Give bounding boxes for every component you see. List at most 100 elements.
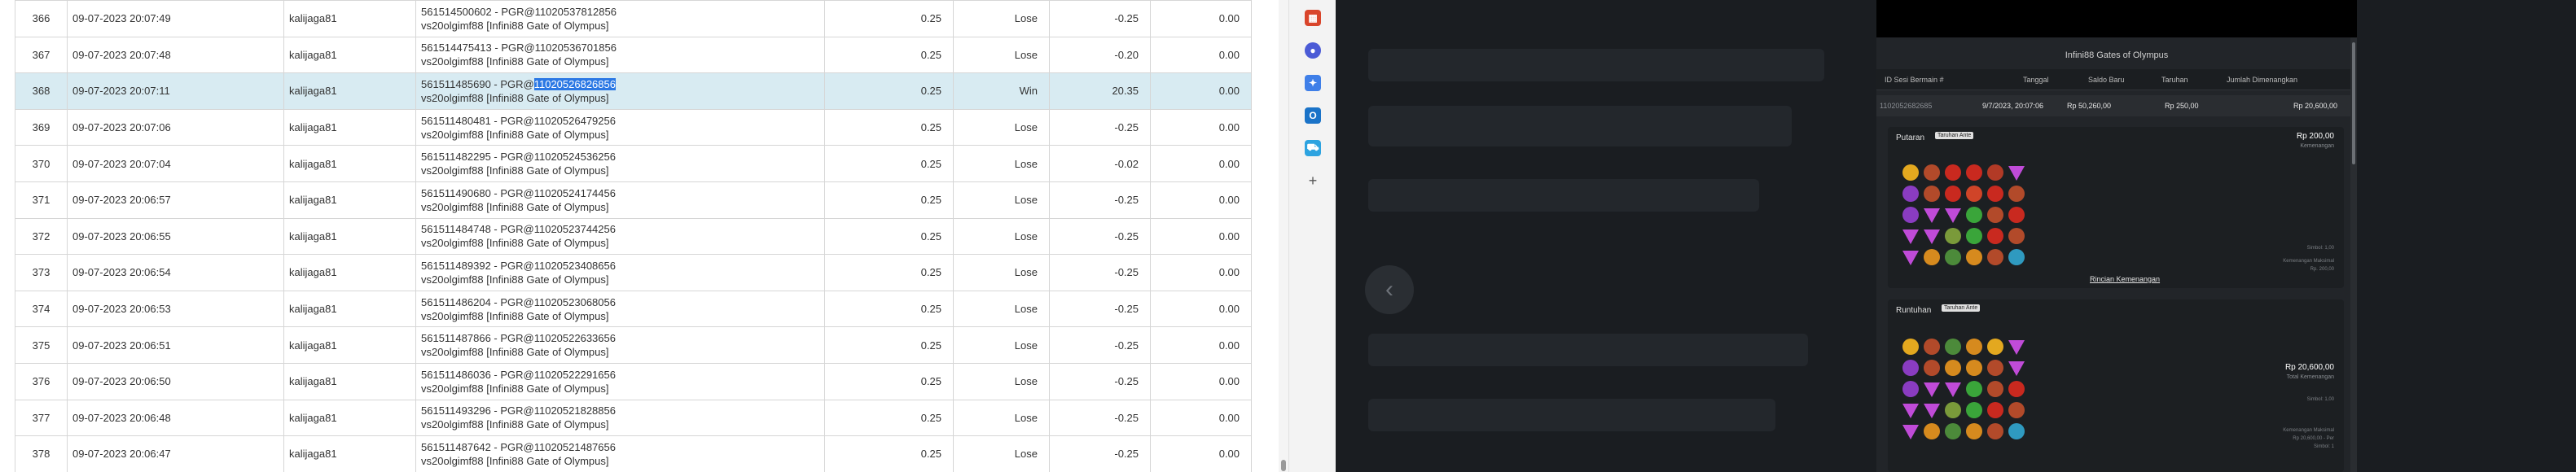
transaction-table: 366 09-07-2023 20:07:49 kalijaga81 56151… bbox=[15, 0, 1252, 472]
chevron-left-icon: ‹ bbox=[1385, 276, 1393, 303]
panel-top-bar bbox=[1876, 0, 2357, 37]
green-gem-icon bbox=[1966, 402, 1982, 418]
row-result: Lose bbox=[953, 399, 1050, 437]
ruby-icon bbox=[1945, 186, 1961, 202]
head-start-balance: Saldo Baru bbox=[2088, 76, 2125, 84]
hourglass-icon bbox=[2008, 228, 2025, 244]
row-time: 09-07-2023 20:07:04 bbox=[67, 145, 284, 182]
table-row[interactable]: 372 09-07-2023 20:06:55 kalijaga81 56151… bbox=[15, 217, 1252, 256]
table-row[interactable]: 373 09-07-2023 20:06:54 kalijaga81 56151… bbox=[15, 254, 1252, 291]
row-result: Lose bbox=[953, 435, 1050, 472]
ring-icon bbox=[1945, 423, 1961, 439]
cart-icon[interactable]: ⛟ bbox=[1305, 140, 1321, 156]
row-winloss: -0.25 bbox=[1049, 108, 1151, 146]
row-winloss: -0.20 bbox=[1049, 36, 1151, 74]
desc-line-2: vs20olgimf88 [Infini88 Gate of Olympus] bbox=[421, 309, 609, 322]
row-description: 561511486036 - PGR@11020522291656 vs20olg… bbox=[415, 362, 825, 400]
panel-scrollbar[interactable] bbox=[2350, 37, 2357, 472]
triangle-gem-icon bbox=[1924, 208, 1940, 223]
ruby-icon bbox=[2008, 207, 2025, 223]
triangle-gem-icon bbox=[1902, 404, 1919, 418]
desc-line-1: 561511482295 - PGR@11020524536256 bbox=[421, 151, 616, 164]
desc-prefix: 561511485690 - PGR@ bbox=[421, 77, 534, 90]
desc-line-2: vs20olgimf88 [Infini88 Gate of Olympus] bbox=[421, 19, 609, 32]
row-time: 09-07-2023 20:06:51 bbox=[67, 326, 284, 364]
table-scrollbar[interactable] bbox=[1279, 0, 1288, 472]
desc-line-1: 561511487866 - PGR@11020522633656 bbox=[421, 332, 616, 345]
spin-section: Putaran Taruhan Ante Rp 200,00 Kemenanga… bbox=[1888, 127, 2344, 288]
spin-note-max-value: Rp. 200,00 bbox=[2310, 267, 2334, 272]
row-user: kalijaga81 bbox=[283, 145, 416, 182]
row-result: Lose bbox=[953, 362, 1050, 400]
desc-line-2: vs20olgimf88 [Infini88 Gate of Olympus] bbox=[421, 454, 609, 467]
spin-amount: Rp 200,00 bbox=[2296, 132, 2334, 141]
table-row[interactable]: 369 09-07-2023 20:07:06 kalijaga81 56151… bbox=[15, 108, 1252, 146]
table-row[interactable]: 377 09-07-2023 20:06:48 kalijaga81 56151… bbox=[15, 399, 1252, 437]
plus-icon[interactable]: + bbox=[1305, 173, 1321, 189]
desc-line-1: 561514475413 - PGR@11020536701856 bbox=[421, 42, 617, 55]
row-user: kalijaga81 bbox=[283, 72, 416, 110]
crown-icon bbox=[1966, 249, 1982, 265]
table-row[interactable]: 367 09-07-2023 20:07:48 kalijaga81 56151… bbox=[15, 36, 1252, 74]
row-time: 09-07-2023 20:06:53 bbox=[67, 290, 284, 328]
row-description: 561514500602 - PGR@11020537812856 vs20olg… bbox=[415, 0, 825, 37]
desc-line-1: 561511486036 - PGR@11020522291656 bbox=[421, 368, 616, 381]
hourglass-icon bbox=[1924, 339, 1940, 355]
row-description: 561511482295 - PGR@11020524536256 vs20olg… bbox=[415, 145, 825, 182]
row-amount: 0.25 bbox=[824, 290, 954, 328]
panel-scrollbar-thumb[interactable] bbox=[2352, 42, 2355, 164]
back-button[interactable]: ‹ bbox=[1365, 265, 1414, 314]
placeholder-block bbox=[1368, 399, 1775, 431]
detail-row[interactable]: 1102052682685 9/7/2023, 20:07:06 Rp 50,2… bbox=[1876, 95, 2350, 116]
outlook-icon[interactable]: O bbox=[1305, 107, 1321, 124]
desc-line-2: vs20olgimf88 [Infini88 Gate of Olympus] bbox=[421, 91, 609, 104]
ring-icon bbox=[1945, 402, 1961, 418]
spin-note-max: Kemenangan Maksimal bbox=[2283, 259, 2334, 264]
row-time: 09-07-2023 20:06:57 bbox=[67, 181, 284, 219]
row-winloss: -0.02 bbox=[1049, 145, 1151, 182]
ruby-icon bbox=[1987, 164, 2003, 181]
tumble-note-per-symbol: Simbol: 1 bbox=[2313, 444, 2334, 449]
table-row[interactable]: 371 09-07-2023 20:06:57 kalijaga81 56151… bbox=[15, 181, 1252, 219]
row-number: 367 bbox=[15, 36, 68, 74]
scrollbar-thumb[interactable] bbox=[1281, 460, 1286, 471]
row-result: Lose bbox=[953, 217, 1050, 256]
table-row[interactable]: 370 09-07-2023 20:07:04 kalijaga81 56151… bbox=[15, 145, 1252, 182]
row-winloss: -0.25 bbox=[1049, 290, 1151, 328]
row-result: Win bbox=[953, 72, 1050, 110]
row-result: Lose bbox=[953, 0, 1050, 37]
row-balance: 0.00 bbox=[1150, 72, 1252, 110]
row-balance: 0.00 bbox=[1150, 0, 1252, 37]
tumble-note-max: Kemenangan Maksimal bbox=[2283, 428, 2334, 433]
toolbox-icon[interactable]: ▦ bbox=[1305, 10, 1321, 26]
crown-icon bbox=[1945, 360, 1961, 376]
win-details-link[interactable]: Rincian Kemenangan bbox=[2090, 275, 2160, 283]
desc-line-2: vs20olgimf88 [Infini88 Gate of Olympus] bbox=[421, 237, 609, 250]
triangle-gem-icon bbox=[1924, 404, 1940, 418]
row-time: 09-07-2023 20:07:06 bbox=[67, 108, 284, 146]
row-amount: 0.25 bbox=[824, 326, 954, 364]
ruby-icon bbox=[1987, 228, 2003, 244]
table-row[interactable]: 374 09-07-2023 20:06:53 kalijaga81 56151… bbox=[15, 290, 1252, 328]
puzzle-icon[interactable]: ✦ bbox=[1305, 75, 1321, 91]
table-row[interactable]: 366 09-07-2023 20:07:49 kalijaga81 56151… bbox=[15, 0, 1252, 37]
person-icon[interactable]: ● bbox=[1305, 42, 1321, 59]
table-row[interactable]: 375 09-07-2023 20:06:51 kalijaga81 56151… bbox=[15, 326, 1252, 364]
transaction-log-pane: 366 09-07-2023 20:07:49 kalijaga81 56151… bbox=[0, 0, 1288, 472]
row-description: 561511480481 - PGR@11020526479256 vs20olg… bbox=[415, 108, 825, 146]
triangle-gem-icon bbox=[1902, 229, 1919, 244]
highlighted-text[interactable]: 11020526826856 bbox=[533, 77, 616, 90]
row-balance: 0.00 bbox=[1150, 399, 1252, 437]
tumble-note-max-value: Rp 20,600,00 - Per bbox=[2293, 436, 2334, 441]
row-time: 09-07-2023 20:06:47 bbox=[67, 435, 284, 472]
head-date: Tanggal bbox=[2023, 76, 2049, 84]
placeholder-block bbox=[1368, 49, 1824, 81]
game-history-view: ‹ Infini88 Gates of Olympus ID Sesi Berm… bbox=[1336, 0, 2576, 472]
row-total-win: Rp 20,600,00 bbox=[2293, 102, 2338, 110]
table-row[interactable]: 376 09-07-2023 20:06:50 kalijaga81 56151… bbox=[15, 362, 1252, 400]
row-result: Lose bbox=[953, 36, 1050, 74]
row-winloss: -0.25 bbox=[1049, 0, 1151, 37]
table-row[interactable]: 378 09-07-2023 20:06:47 kalijaga81 56151… bbox=[15, 435, 1252, 472]
row-number: 369 bbox=[15, 108, 68, 146]
table-row-selected[interactable]: 368 09-07-2023 20:07:11 kalijaga81 56151… bbox=[15, 72, 1252, 110]
